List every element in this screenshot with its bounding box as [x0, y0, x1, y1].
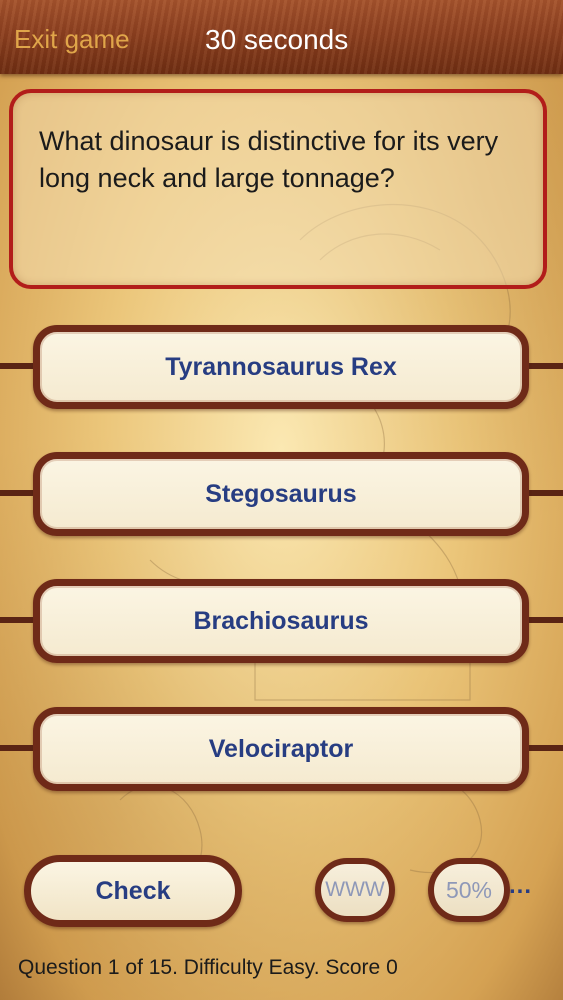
game-status-text: Question 1 of 15. Difficulty Easy. Score…	[18, 956, 398, 979]
connector-line	[523, 490, 563, 496]
lifeline-label: 50%	[445, 876, 493, 903]
answer-button-4[interactable]: Velociraptor	[33, 707, 529, 791]
connector-line	[523, 745, 563, 751]
answer-button-2[interactable]: Stegosaurus	[33, 452, 529, 536]
answer-label: Stegosaurus	[205, 479, 357, 508]
answer-button-1[interactable]: Tyrannosaurus Rex	[33, 325, 529, 409]
question-text: What dinosaur is distinctive for its ver…	[39, 126, 499, 193]
answer-row: Brachiosaurus	[0, 579, 563, 663]
answer-label: Velociraptor	[208, 734, 354, 763]
answer-row: Stegosaurus	[0, 452, 563, 536]
check-button[interactable]: Check	[24, 855, 242, 927]
answer-label: Brachiosaurus	[193, 606, 369, 635]
top-bar: Exit game 30 seconds	[0, 0, 563, 74]
web-search-lifeline-button[interactable]: WWW	[315, 858, 395, 922]
lifeline-label: WWW	[325, 878, 385, 901]
connector-line	[523, 363, 563, 369]
more-options-indicator[interactable]: ...	[509, 872, 532, 900]
question-panel: What dinosaur is distinctive for its ver…	[9, 89, 547, 289]
quiz-screen: { "header": { "exit_label": "Exit game",…	[0, 0, 563, 1000]
exit-game-button[interactable]: Exit game	[14, 24, 130, 55]
answer-button-3[interactable]: Brachiosaurus	[33, 579, 529, 663]
connector-line	[523, 617, 563, 623]
answer-label: Tyrannosaurus Rex	[165, 352, 397, 381]
answer-row: Tyrannosaurus Rex	[0, 325, 563, 409]
check-label: Check	[95, 876, 171, 905]
answer-row: Velociraptor	[0, 707, 563, 791]
countdown-timer: 30 seconds	[205, 24, 349, 55]
fifty-fifty-lifeline-button[interactable]: 50%	[428, 858, 510, 922]
